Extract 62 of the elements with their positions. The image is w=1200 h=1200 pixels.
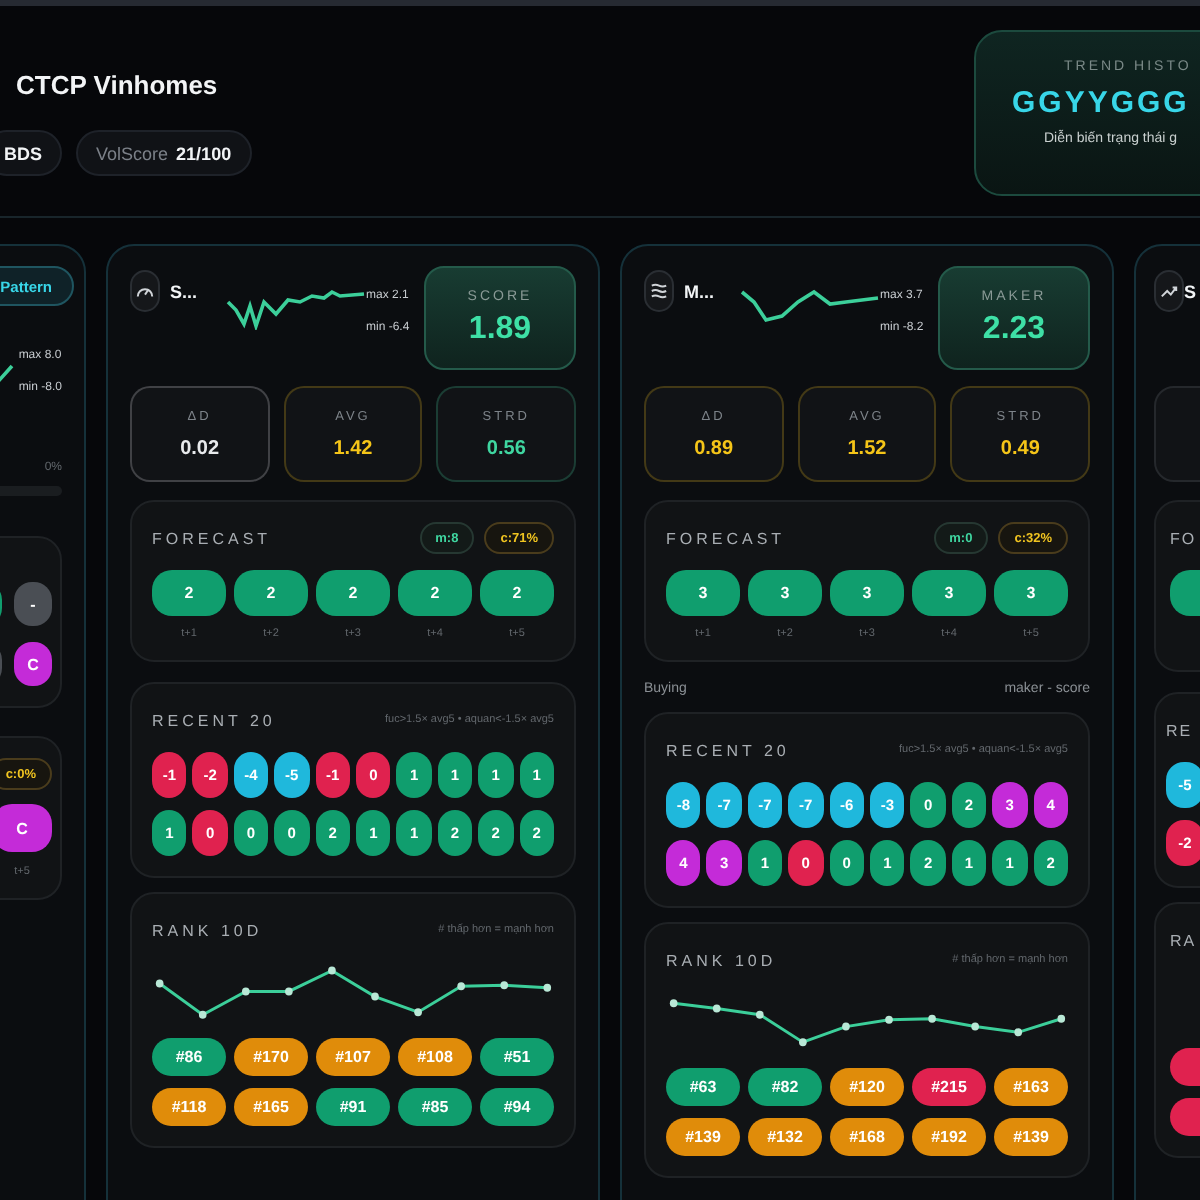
forecast-chip: 2 — [480, 570, 554, 616]
score-value: 2.23 — [982, 311, 1046, 347]
rank-chip: #192 — [912, 1118, 986, 1156]
panel-title: RANK 10D — [152, 921, 263, 939]
panel-title: FO — [1170, 529, 1197, 547]
stat-value: 0.89 — [694, 437, 734, 459]
value-chip: C — [14, 642, 52, 686]
card-title: M... — [684, 282, 716, 302]
rank-chip: #86 — [152, 1038, 226, 1076]
forecast-chip: 2 — [316, 570, 390, 616]
rank-chip: #139 — [666, 1118, 740, 1156]
forecast-chip: 3 — [666, 570, 740, 616]
rank-chip: #170 — [234, 1038, 308, 1076]
company-title: CTCP Vinhomes — [16, 70, 220, 102]
stat-value: 1.42 — [333, 437, 373, 459]
rank-chip: #63 — [666, 1068, 740, 1106]
rank-chip: #108 — [398, 1038, 472, 1076]
rank-chip: #163 — [994, 1068, 1068, 1106]
forecast-chip: 3 — [748, 570, 822, 616]
trend-sequence: GGYYGGG — [1010, 84, 1192, 120]
rank-chip: #120 — [830, 1068, 904, 1106]
rank-chip: #107 — [316, 1038, 390, 1076]
stat-value: 0.02 — [180, 437, 220, 459]
card-title: S — [1184, 282, 1197, 302]
forecast-chip: 2 — [234, 570, 308, 616]
stat-value: 1.52 — [847, 437, 887, 459]
forecast-chip: 3 — [994, 570, 1068, 616]
rank-chip: #139 — [994, 1118, 1068, 1156]
rank-chip: #165 — [234, 1088, 308, 1126]
stat-value: 0.56 — [486, 437, 526, 459]
sector-tag: BDS — [0, 130, 63, 176]
tag-label: VolScore — [96, 143, 169, 163]
panel-title: RECENT 20 — [666, 741, 790, 759]
forecast-chip: C — [0, 804, 52, 852]
card-title: S... — [170, 282, 200, 302]
trend-up-icon — [1160, 282, 1178, 300]
panel-title: FORECAST — [152, 529, 272, 547]
sparkline — [226, 286, 366, 330]
panel-title: RECENT 20 — [152, 711, 276, 729]
score-value: 1.89 — [468, 311, 532, 347]
rank-chip: #82 — [748, 1068, 822, 1106]
panel-title: RANK 10D — [666, 951, 777, 969]
rank-chip: #85 — [398, 1088, 472, 1126]
rank-chip: #91 — [316, 1088, 390, 1126]
wave-lines-icon — [650, 282, 668, 300]
forecast-chip: 3 — [830, 570, 904, 616]
value-chip: - — [14, 582, 52, 626]
rank-chip: #168 — [830, 1118, 904, 1156]
forecast-chip: 3 — [912, 570, 986, 616]
panel-title: RA — [1170, 931, 1197, 949]
rank-chip: #132 — [748, 1118, 822, 1156]
stat-value: 0.49 — [1000, 437, 1040, 459]
forecast-chip: 2 — [152, 570, 226, 616]
panel-title: RE — [1166, 721, 1193, 739]
panel-title: FORECAST — [666, 529, 786, 547]
rank-chip: #118 — [152, 1088, 226, 1126]
rank-chip: #51 — [480, 1038, 554, 1076]
rank-chip: #215 — [912, 1068, 986, 1106]
forecast-chip: 2 — [398, 570, 472, 616]
rank-chip: #94 — [480, 1088, 554, 1126]
gauge-icon — [136, 282, 154, 300]
tag-value: 21/100 — [176, 143, 232, 163]
